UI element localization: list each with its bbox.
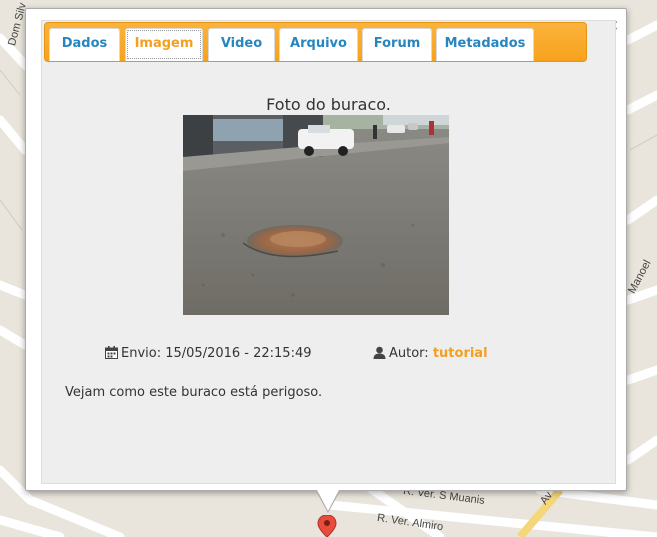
calendar-icon xyxy=(105,346,118,359)
image-description: Vejam como este buraco está perigoso. xyxy=(65,385,323,400)
popup-pointer xyxy=(317,490,339,511)
image-title: Foto do buraco. xyxy=(266,95,391,114)
tab-metadados[interactable]: Metadados xyxy=(436,28,534,61)
user-icon xyxy=(373,346,386,359)
pothole-photo[interactable] xyxy=(183,115,449,315)
map-marker-icon[interactable] xyxy=(317,515,337,537)
tab-video[interactable]: Video xyxy=(208,28,275,61)
info-window: × Dados Imagem Video Arquivo Forum Metad… xyxy=(25,8,627,513)
tab-bar: Dados Imagem Video Arquivo Forum Metadad… xyxy=(44,22,587,62)
autor-info: Autor: tutorial xyxy=(373,346,488,361)
tab-imagem[interactable]: Imagem xyxy=(125,28,203,61)
tab-forum[interactable]: Forum xyxy=(362,28,432,61)
envio-label: Envio: xyxy=(121,346,162,361)
autor-label: Autor: xyxy=(389,346,429,361)
tab-panel: Dados Imagem Video Arquivo Forum Metadad… xyxy=(41,20,616,484)
tab-dados[interactable]: Dados xyxy=(49,28,120,61)
envio-value: 15/05/2016 - 22:15:49 xyxy=(165,346,312,361)
tab-arquivo[interactable]: Arquivo xyxy=(279,28,358,61)
autor-link[interactable]: tutorial xyxy=(433,346,488,361)
envio-info: Envio: 15/05/2016 - 22:15:49 xyxy=(105,346,312,361)
